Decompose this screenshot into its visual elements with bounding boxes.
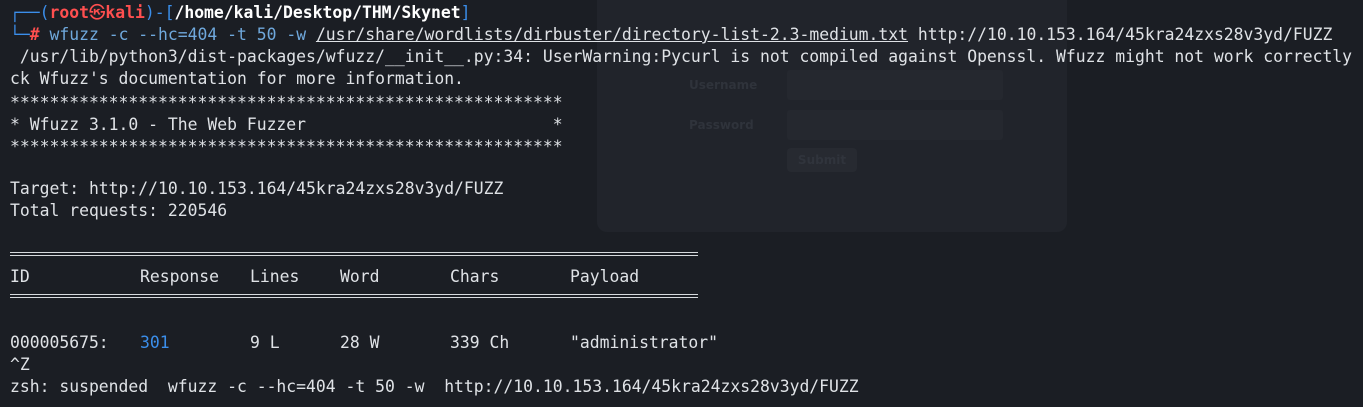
prompt-hash: # <box>29 25 40 44</box>
prompt-corner-bottom: └─ <box>10 25 30 44</box>
prompt-separator: )-[ <box>144 3 175 22</box>
suspended-line: zsh: suspended wfuzz -c --hc=404 -t 50 -… <box>10 377 859 396</box>
table-rule-bottom <box>10 294 698 298</box>
row-word: 28 W <box>340 333 380 352</box>
background-username-field <box>787 70 1003 100</box>
prompt-path: /home/kali/Desktop/THM/Skynet <box>174 3 461 22</box>
prompt-user: root <box>49 3 89 22</box>
command-url: http://10.10.153.164/45kra24zxs28v3yd/FU… <box>908 25 1333 44</box>
row-chars: 339 Ch <box>450 333 510 352</box>
banner-stars-top: ****************************************… <box>10 93 563 112</box>
background-password-field <box>787 110 1003 140</box>
warning-line-2: ck Wfuzz's documentation for more inform… <box>10 69 464 88</box>
warning-line-1: /usr/lib/python3/dist-packages/wfuzz/__i… <box>10 47 1353 66</box>
prompt-close: ] <box>460 3 471 22</box>
banner-title: * Wfuzz 3.1.0 - The Web Fuzzer * <box>10 115 563 134</box>
command-line[interactable]: └─# wfuzz -c --hc=404 -t 50 -w /usr/shar… <box>10 24 1332 46</box>
header-payload: Payload <box>570 267 640 286</box>
banner-stars-bottom: ****************************************… <box>10 137 563 156</box>
prompt-header: ┌──(root㉿kali)-[/home/kali/Desktop/THM/S… <box>10 2 471 24</box>
row-payload: "administrator" <box>570 333 719 352</box>
terminal-window[interactable]: Username Password Submit ┌──(root㉿kali)-… <box>0 0 1363 407</box>
ctrl-z-line: ^Z <box>10 355 30 374</box>
total-requests-line: Total requests: 220546 <box>10 201 228 220</box>
target-line: Target: http://10.10.153.164/45kra24zxs2… <box>10 179 504 198</box>
command-wordlist-path[interactable]: /usr/share/wordlists/dirbuster/directory… <box>316 25 908 44</box>
row-id: 000005675: <box>10 333 109 352</box>
header-response: Response <box>140 267 219 286</box>
header-id: ID <box>10 267 30 286</box>
prompt-corner-top: ┌──( <box>10 3 50 22</box>
row-response-code: 301 <box>140 333 170 352</box>
background-username-label: Username <box>689 78 758 92</box>
table-rule-top <box>10 252 698 256</box>
background-submit-button: Submit <box>787 148 857 172</box>
header-chars: Chars <box>450 267 500 286</box>
command-text: wfuzz -c --hc=404 -t 50 -w <box>49 25 316 44</box>
row-lines: 9 L <box>250 333 280 352</box>
header-word: Word <box>340 267 380 286</box>
prompt-host: kali <box>105 3 145 22</box>
prompt-at-symbol: ㉿ <box>88 3 106 22</box>
background-password-label: Password <box>689 118 754 132</box>
header-lines: Lines <box>250 267 300 286</box>
